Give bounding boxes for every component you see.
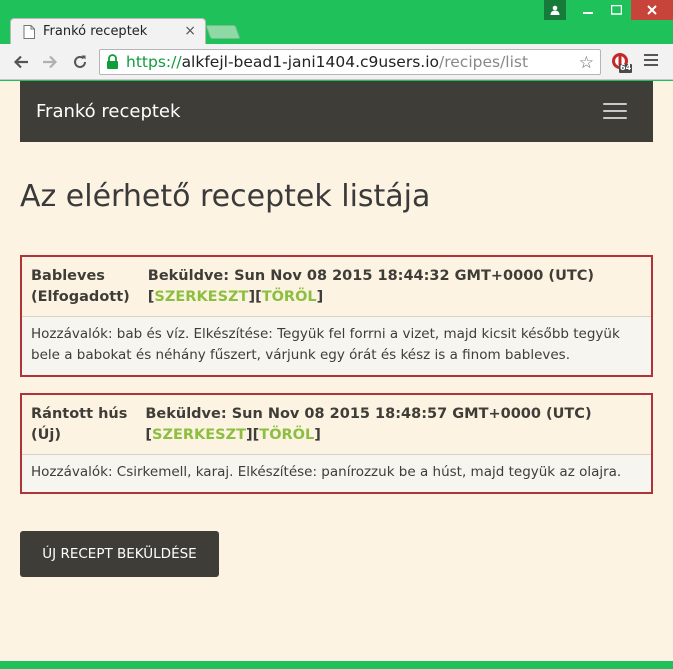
- page-icon: [23, 24, 35, 39]
- recipe-header: Bableves (Elfogadott) Beküldve: Sun Nov …: [22, 257, 651, 316]
- maximize-icon[interactable]: [604, 0, 628, 20]
- extension-badge: 64: [620, 63, 632, 72]
- url-scheme: https://: [126, 53, 182, 71]
- delete-link[interactable]: TÖRÖL: [259, 427, 314, 443]
- recipe-submitted: Beküldve: Sun Nov 08 2015 18:48:57 GMT+0…: [145, 406, 592, 422]
- recipe-card: Rántott hús (Új) Beküldve: Sun Nov 08 20…: [20, 393, 653, 494]
- new-recipe-button[interactable]: ÚJ RECEPT BEKÜLDÉSE: [20, 531, 219, 577]
- tab-close-icon[interactable]: ×: [184, 23, 196, 39]
- recipe-name: Bableves: [31, 268, 105, 284]
- reload-icon[interactable]: [70, 53, 90, 71]
- lock-icon: [106, 54, 120, 70]
- window-titlebar: Frankó receptek ×: [0, 0, 673, 44]
- browser-toolbar: https://alkfejl-bead1-jani1404.c9users.i…: [0, 44, 673, 80]
- recipe-actions: [SZERKESZT][TÖRÖL]: [145, 427, 321, 443]
- address-bar[interactable]: https://alkfejl-bead1-jani1404.c9users.i…: [99, 49, 601, 75]
- recipe-name: Rántott hús: [31, 406, 128, 422]
- recipe-name-cell: Bableves (Elfogadott): [31, 266, 130, 308]
- recipe-meta: Beküldve: Sun Nov 08 2015 18:48:57 GMT+0…: [145, 404, 591, 446]
- close-window-icon[interactable]: [631, 0, 673, 20]
- bookmark-star-icon[interactable]: ☆: [579, 53, 594, 73]
- recipe-actions: [SZERKESZT][TÖRÖL]: [147, 289, 324, 305]
- tab-title: Frankó receptek: [43, 24, 148, 39]
- recipe-status: (Elfogadott): [31, 289, 130, 305]
- back-arrow-icon[interactable]: [11, 53, 31, 71]
- new-tab-button[interactable]: [205, 25, 241, 39]
- delete-link[interactable]: TÖRÖL: [262, 289, 317, 305]
- recipe-name-cell: Rántott hús (Új): [31, 404, 127, 446]
- recipe-description: Hozzávalók: Csirkemell, karaj. Elkészíté…: [22, 454, 651, 492]
- recipe-status: (Új): [31, 427, 61, 443]
- brand-link[interactable]: Frankó receptek: [36, 101, 180, 122]
- window-bottom-border: [0, 661, 673, 669]
- extension-icon[interactable]: 64: [610, 51, 632, 73]
- minimize-icon[interactable]: [576, 0, 600, 20]
- hamburger-menu-icon[interactable]: [603, 103, 627, 124]
- edit-link[interactable]: SZERKESZT: [152, 427, 246, 443]
- url-host: alkfejl-bead1-jani1404.c9users.io: [181, 53, 440, 71]
- site-navbar: Frankó receptek: [20, 81, 653, 142]
- edit-link[interactable]: SZERKESZT: [154, 289, 248, 305]
- url-path: /recipes/list: [439, 53, 529, 71]
- recipe-submitted: Beküldve: Sun Nov 08 2015 18:44:32 GMT+0…: [147, 268, 594, 284]
- page-viewport: Frankó receptek Az elérhető receptek lis…: [0, 81, 673, 661]
- forward-arrow-icon[interactable]: [40, 53, 60, 71]
- browser-tab[interactable]: Frankó receptek ×: [10, 18, 206, 44]
- recipe-meta: Beküldve: Sun Nov 08 2015 18:44:32 GMT+0…: [148, 266, 594, 308]
- recipe-header: Rántott hús (Új) Beküldve: Sun Nov 08 20…: [22, 395, 651, 454]
- user-profile-icon[interactable]: [544, 0, 566, 20]
- page-title: Az elérhető receptek listája: [20, 179, 431, 214]
- recipe-description: Hozzávalók: bab és víz. Elkészítése: Teg…: [22, 316, 651, 375]
- recipe-card: Bableves (Elfogadott) Beküldve: Sun Nov …: [20, 255, 653, 377]
- browser-menu-icon[interactable]: [644, 54, 658, 68]
